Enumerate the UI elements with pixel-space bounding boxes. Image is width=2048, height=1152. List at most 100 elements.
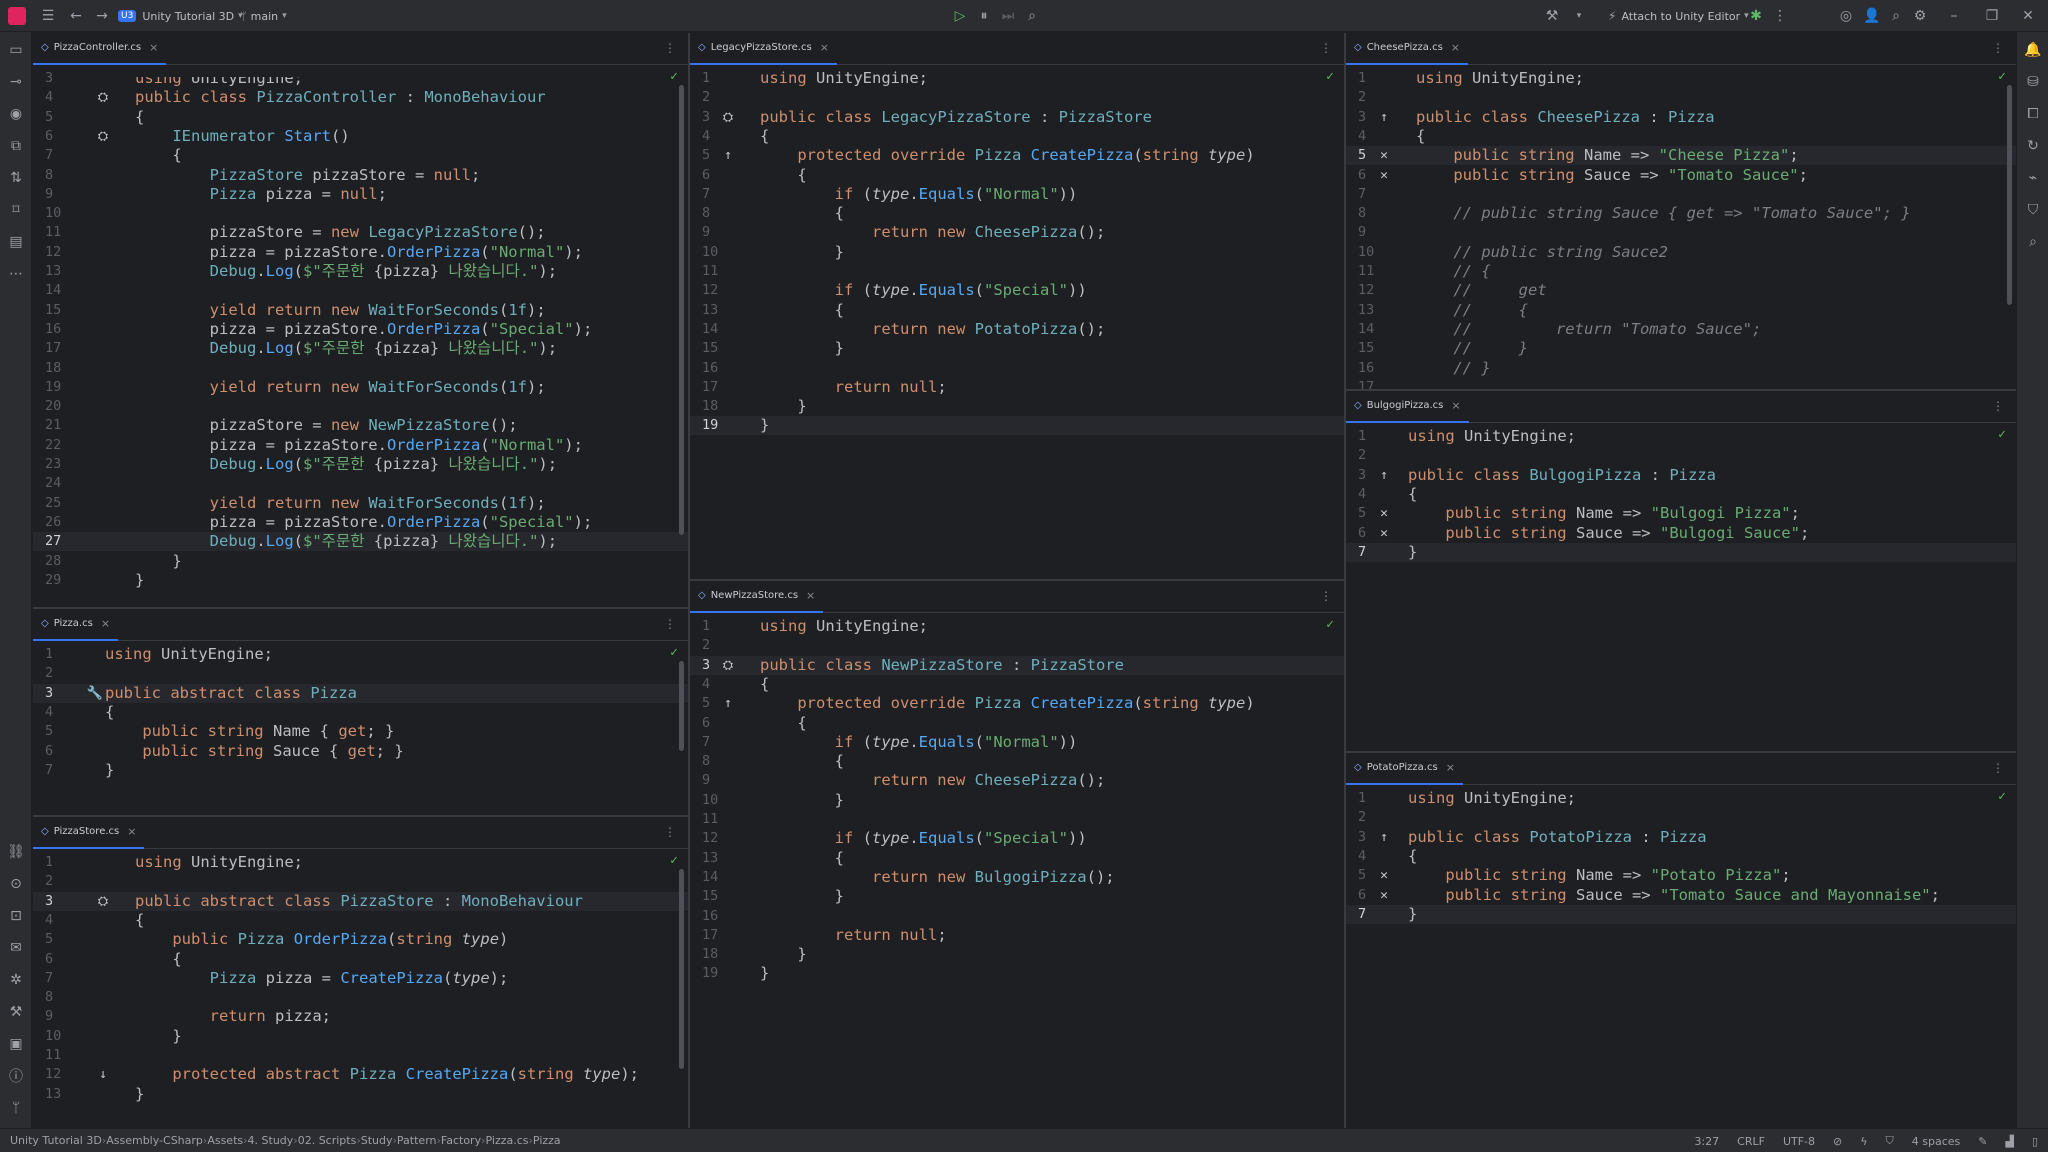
unity-log-icon[interactable]: ✉ bbox=[6, 938, 26, 958]
code-line[interactable]: 16 bbox=[690, 907, 1344, 926]
breadcrumb-item[interactable]: Pizza.cs bbox=[486, 1134, 529, 1147]
code-line[interactable]: 15 } bbox=[690, 887, 1344, 906]
code-line[interactable]: 13 { bbox=[690, 849, 1344, 868]
run-icon[interactable]: ▷ bbox=[950, 6, 970, 26]
main-menu-icon[interactable]: ☰ bbox=[38, 6, 58, 26]
code-line[interactable]: 12 // get bbox=[1346, 281, 2016, 300]
no-problems-icon[interactable]: ✓ bbox=[1998, 69, 2006, 84]
code-line[interactable]: 2 bbox=[33, 872, 688, 891]
code-line[interactable]: 1 using UnityEngine; bbox=[1346, 69, 2016, 88]
code-line[interactable]: 11 pizzaStore = new LegacyPizzaStore(); bbox=[33, 223, 688, 242]
code-line[interactable]: 7 Pizza pizza = CreatePizza(type); bbox=[33, 969, 688, 988]
code-line[interactable]: 4{ bbox=[33, 911, 688, 930]
vertical-scrollbar[interactable] bbox=[2007, 85, 2012, 305]
profiler-icon[interactable]: ⌁ bbox=[2023, 168, 2043, 188]
more-vertical-icon[interactable]: ⋮ bbox=[664, 617, 676, 631]
pause-icon[interactable]: ⏸ bbox=[974, 6, 994, 26]
inspection-icon[interactable]: ⊘ bbox=[1833, 1135, 1842, 1148]
shield-icon[interactable]: ⛉ bbox=[2023, 200, 2043, 220]
close-tab-icon[interactable]: × bbox=[1446, 761, 1455, 774]
step-icon[interactable]: ⏭ bbox=[998, 6, 1018, 26]
code-line[interactable]: 1 using UnityEngine; bbox=[1346, 789, 2016, 808]
code-line[interactable]: 8 { bbox=[690, 752, 1344, 771]
code-line[interactable]: 11 // { bbox=[1346, 262, 2016, 281]
code-area[interactable]: 1 using UnityEngine; 2 3 ↑ public class Bulgo… bbox=[1346, 423, 2016, 751]
close-tab-icon[interactable]: × bbox=[820, 41, 829, 54]
no-problems-icon[interactable]: ✓ bbox=[670, 645, 678, 660]
code-line[interactable]: 11 bbox=[33, 1046, 688, 1065]
code-area[interactable]: 1 using UnityEngine; 2 3 ⛭ public class NewPi… bbox=[690, 613, 1344, 1128]
code-line[interactable]: 2 bbox=[33, 664, 688, 683]
code-line[interactable]: 18 } bbox=[690, 397, 1344, 416]
code-line[interactable]: 9 return pizza; bbox=[33, 1007, 688, 1026]
code-line[interactable]: 12 if (type.Equals("Special")) bbox=[690, 281, 1344, 300]
breadcrumb-item[interactable]: 02. Scripts bbox=[298, 1134, 357, 1147]
code-line[interactable]: 7 { bbox=[33, 146, 688, 165]
indent-setting[interactable]: 4 spaces bbox=[1912, 1135, 1961, 1148]
no-problems-icon[interactable]: ✓ bbox=[670, 853, 678, 868]
code-line[interactable]: 12 if (type.Equals("Special")) bbox=[690, 829, 1344, 848]
code-line[interactable]: 3 ⛭ public abstract class PizzaStore : Mon… bbox=[33, 891, 688, 911]
code-line[interactable]: 2 bbox=[1346, 88, 2016, 107]
editor-tab[interactable]: ◇ PizzaStore.cs × bbox=[33, 817, 145, 849]
code-line[interactable]: 7} bbox=[1346, 542, 2016, 562]
more-vertical-icon[interactable]: ⋮ bbox=[1772, 6, 1788, 26]
structure-icon[interactable]: ⧉ bbox=[6, 136, 26, 156]
code-line[interactable]: 17 return null; bbox=[690, 926, 1344, 945]
shield-icon[interactable]: ⛉ bbox=[1886, 1134, 1894, 1148]
unity-gutter-icon[interactable]: ⛭ bbox=[93, 892, 113, 911]
database-icon[interactable]: ⛁ bbox=[2023, 72, 2043, 92]
code-line[interactable]: 6 { bbox=[33, 950, 688, 969]
code-line[interactable]: 5 ✕ public string Name => "Potato Pizza"; bbox=[1346, 866, 2016, 885]
lightning-icon[interactable]: ϟ bbox=[1860, 1135, 1867, 1148]
code-line[interactable]: 7 if (type.Equals("Normal")) bbox=[690, 733, 1344, 752]
code-line[interactable]: 24 bbox=[33, 474, 688, 493]
horizontal-splitter[interactable] bbox=[33, 607, 688, 609]
code-line[interactable]: 7 if (type.Equals("Normal")) bbox=[690, 185, 1344, 204]
code-area[interactable]: 3 using UnityEngine; 4 ⛭ public class PizzaC… bbox=[33, 65, 688, 607]
inspect-icon[interactable]: ⌕ bbox=[2023, 232, 2043, 252]
more-vertical-icon[interactable]: ⋮ bbox=[1992, 399, 2004, 413]
no-problems-icon[interactable]: ✓ bbox=[1326, 617, 1334, 632]
code-line[interactable]: 27 Debug.Log($"주문한 {pizza} 나왔습니다."); bbox=[33, 532, 688, 552]
attach-to-unity-button[interactable]: ⚡ Attach to Unity Editor ▾ bbox=[1608, 6, 1749, 26]
code-line[interactable]: 2 bbox=[690, 88, 1344, 107]
code-area[interactable]: 1 using UnityEngine; 2 3 ⛭ public abstract cl… bbox=[33, 849, 688, 1128]
close-tab-icon[interactable]: × bbox=[806, 589, 815, 602]
inheritance-gutter-icon[interactable]: ↓ bbox=[93, 1065, 113, 1084]
code-line[interactable]: 16 // } bbox=[1346, 359, 2016, 378]
code-line[interactable]: 7 bbox=[1346, 185, 2016, 204]
code-line[interactable]: 6 { bbox=[690, 166, 1344, 185]
code-line[interactable]: 12 ↓ protected abstract Pizza CreatePizza… bbox=[33, 1065, 688, 1084]
code-line[interactable]: 10 bbox=[33, 204, 688, 223]
no-problems-icon[interactable]: ✓ bbox=[1998, 789, 2006, 804]
code-line[interactable]: 25 yield return new WaitForSeconds(1f); bbox=[33, 494, 688, 513]
chevron-down-icon[interactable]: ▾ bbox=[1572, 6, 1586, 26]
unity-explorer-icon[interactable]: ◉ bbox=[6, 104, 26, 124]
code-line[interactable]: 1 using UnityEngine; bbox=[690, 69, 1344, 88]
editor-tab[interactable]: ◇ NewPizzaStore.cs × bbox=[690, 581, 824, 613]
code-line[interactable]: 4{ bbox=[690, 675, 1344, 694]
code-line[interactable]: 9 return new CheesePizza(); bbox=[690, 223, 1344, 242]
inheritance-gutter-icon[interactable]: ↑ bbox=[1374, 108, 1394, 127]
unity-gutter-icon[interactable]: ⛭ bbox=[93, 88, 113, 107]
code-line[interactable]: 4{ bbox=[690, 127, 1344, 146]
search-icon[interactable]: ⌕ bbox=[1886, 6, 1906, 26]
inheritance-gutter-icon[interactable]: ↑ bbox=[1374, 466, 1394, 485]
wrench-gutter-icon[interactable]: 🔧 bbox=[85, 684, 105, 703]
editor-tab[interactable]: ◇ PotatoPizza.cs × bbox=[1346, 753, 1463, 785]
code-line[interactable]: 10 // public string Sauce2 bbox=[1346, 243, 2016, 262]
code-line[interactable]: 19} bbox=[690, 416, 1344, 436]
code-line[interactable]: 13 // { bbox=[1346, 301, 2016, 320]
settings-icon[interactable]: ⚙ bbox=[1910, 6, 1930, 26]
build-tool-icon[interactable]: ⚒ bbox=[6, 1002, 26, 1022]
ai-assistant-icon[interactable]: ◎ bbox=[1836, 6, 1856, 26]
code-line[interactable]: 6 ✕ public string Sauce => "Tomato Sauce"… bbox=[1346, 166, 2016, 185]
code-line[interactable]: 26 pizza = pizzaStore.OrderPizza("Specia… bbox=[33, 513, 688, 532]
code-line[interactable]: 4{ bbox=[1346, 847, 2016, 866]
code-line[interactable]: 6 ✕ public string Sauce => "Bulgogi Sauce… bbox=[1346, 524, 2016, 543]
code-line[interactable]: 21 pizzaStore = new NewPizzaStore(); bbox=[33, 416, 688, 435]
editor-tab[interactable]: ◇ CheesePizza.cs × bbox=[1346, 33, 1469, 65]
code-line[interactable]: 3 ↑ public class CheesePizza : Pizza bbox=[1346, 108, 2016, 127]
unity-gutter-icon[interactable]: ⛭ bbox=[718, 108, 738, 127]
